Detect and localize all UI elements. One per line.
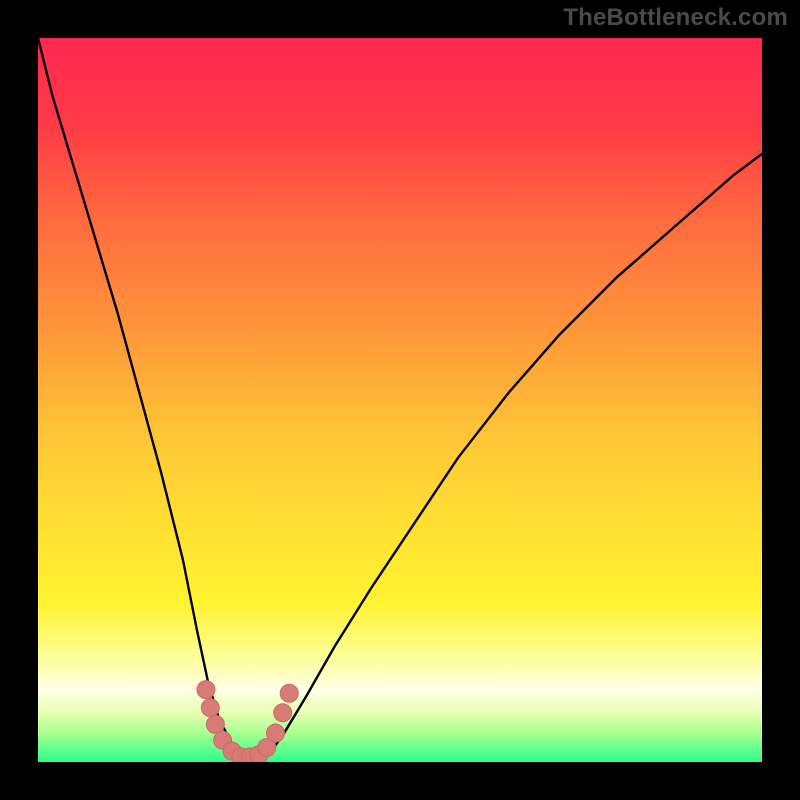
data-marker: [266, 724, 284, 742]
chart-svg: [38, 38, 762, 762]
data-marker: [206, 715, 224, 733]
data-marker: [201, 699, 219, 717]
data-marker: [274, 704, 292, 722]
watermark-label: TheBottleneck.com: [563, 4, 788, 32]
data-marker: [280, 684, 298, 702]
data-marker: [197, 681, 215, 699]
plot-area: [38, 38, 762, 762]
chart-frame: TheBottleneck.com: [0, 0, 800, 800]
gradient-background: [38, 38, 762, 762]
